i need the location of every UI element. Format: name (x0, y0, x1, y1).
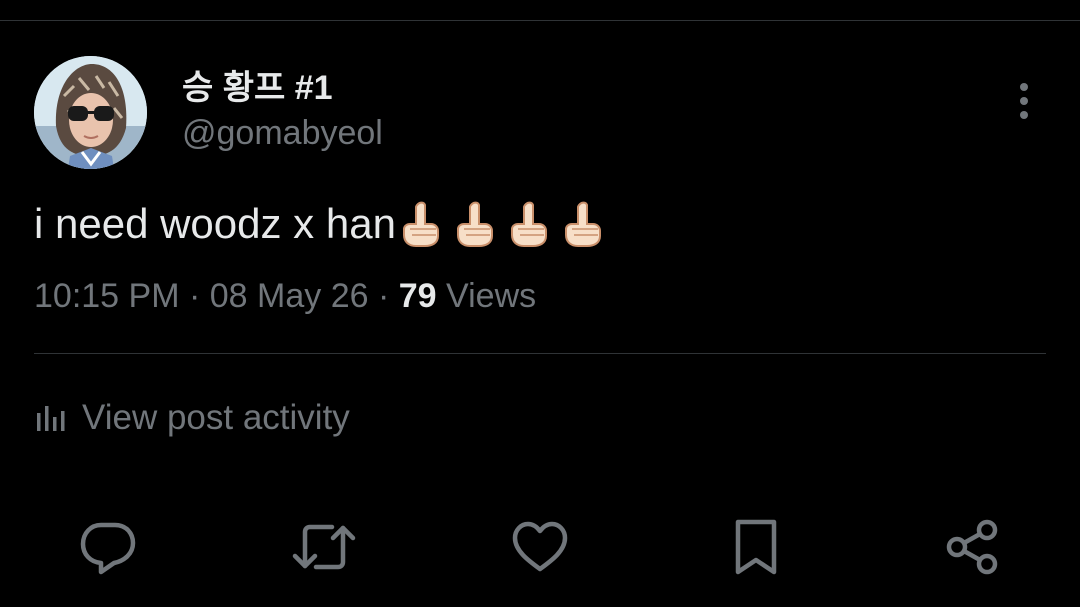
emoji-group (398, 200, 614, 248)
views-count: 79 (398, 277, 437, 315)
reply-button[interactable] (76, 515, 140, 579)
post-time[interactable]: 10:15 PM (34, 277, 180, 315)
views-label: Views (446, 277, 537, 315)
post-text-content: i need woodz x han (34, 200, 396, 247)
index-pointing-up-icon (510, 201, 547, 247)
bookmark-button[interactable] (724, 515, 788, 579)
post-action-bar (0, 515, 1080, 579)
index-pointing-up-icon (564, 201, 601, 247)
analytics-icon (37, 406, 65, 431)
more-options-button[interactable] (1004, 80, 1044, 122)
share-icon (946, 519, 998, 575)
repost-icon (292, 524, 356, 570)
index-pointing-up-icon (456, 201, 493, 247)
repost-button[interactable] (292, 515, 356, 579)
view-post-activity-button[interactable]: View post activity (34, 395, 350, 441)
avatar[interactable] (34, 56, 147, 169)
post-detail-view: 승 황프 #1 @gomabyeol i need woodz x han 10… (0, 0, 1080, 607)
heart-icon (512, 521, 568, 572)
more-vertical-icon (1020, 83, 1028, 119)
author-handle[interactable]: @gomabyeol (182, 111, 383, 155)
post-date[interactable]: 08 May 26 (210, 277, 369, 315)
top-divider (0, 20, 1080, 21)
post-text: i need woodz x han (34, 198, 614, 250)
index-pointing-up-icon (402, 201, 439, 247)
view-post-activity-label: View post activity (82, 398, 350, 437)
like-button[interactable] (508, 515, 572, 579)
meta-separator: · (188, 277, 210, 315)
post-meta: 10:15 PM · 08 May 26 · 79 Views (34, 274, 536, 318)
bookmark-icon (735, 519, 777, 575)
avatar-image (34, 56, 147, 169)
divider (34, 353, 1046, 354)
reply-icon (80, 522, 136, 575)
share-button[interactable] (940, 515, 1004, 579)
meta-separator: · (377, 277, 399, 315)
author-display-name[interactable]: 승 황프 #1 (182, 66, 333, 110)
